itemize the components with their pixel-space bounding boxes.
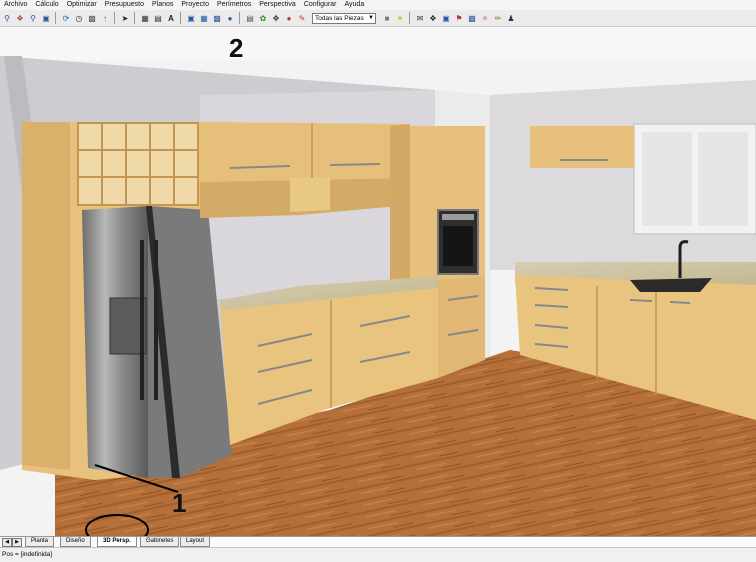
grid-icon[interactable]: ▦ <box>140 13 150 23</box>
pieces-filter-value: Todas las Piezas <box>315 14 364 22</box>
move-icon[interactable]: ✥ <box>271 13 281 23</box>
menu-archivo[interactable]: Archivo <box>0 0 31 10</box>
lightbulb-icon[interactable]: ☀ <box>395 13 405 23</box>
layers-icon[interactable]: ▦ <box>199 13 209 23</box>
toolbar-separator <box>134 12 135 24</box>
tab-diseno[interactable]: Diseño <box>60 537 91 547</box>
menu-configurar[interactable]: Configurar <box>300 0 341 10</box>
mail-icon[interactable]: ✉ <box>415 13 425 23</box>
toolbar-separator <box>409 12 410 24</box>
menu-proyecto[interactable]: Proyecto <box>177 0 213 10</box>
toolbar-separator <box>180 12 181 24</box>
menu-ayuda[interactable]: Ayuda <box>341 0 369 10</box>
tab-scroll-left-icon[interactable]: ◀ <box>2 538 12 547</box>
pencil-icon[interactable]: ✎ <box>297 13 307 23</box>
users-icon[interactable]: ♟ <box>506 13 516 23</box>
sphere-icon[interactable]: ● <box>225 13 235 23</box>
share-icon[interactable]: ▣ <box>441 13 451 23</box>
annotation-label-1: 1 <box>172 488 187 518</box>
status-bar: Pos = [indefinida] <box>0 547 756 562</box>
paint-icon[interactable]: ● <box>284 13 294 23</box>
menu-calculo[interactable]: Cálculo <box>31 0 62 10</box>
annotation-label-2: 2 <box>229 33 244 63</box>
render-icon[interactable]: ▩ <box>212 13 222 23</box>
image-icon[interactable]: ▣ <box>186 13 196 23</box>
magic-wand-icon[interactable]: ✧ <box>480 13 490 23</box>
camera-icon[interactable]: ▩ <box>87 13 97 23</box>
toolbar-separator <box>239 12 240 24</box>
wall-icon[interactable]: ▤ <box>245 13 255 23</box>
clock-icon[interactable]: ◷ <box>74 13 84 23</box>
tab-layout[interactable]: Layout <box>180 537 211 547</box>
pieces-filter-select[interactable]: Todas las Piezas ▼ <box>312 12 376 24</box>
menu-presupuesto[interactable]: Presupuesto <box>101 0 148 10</box>
zoom-extents-icon[interactable]: ❖ <box>15 13 25 23</box>
toolbar-separator <box>55 12 56 24</box>
square-icon[interactable]: ■ <box>382 13 392 23</box>
toolbar-separator <box>114 12 115 24</box>
refresh-icon[interactable]: ⟳ <box>61 13 71 23</box>
text-icon[interactable]: A <box>166 13 176 23</box>
view-tabs-bar: ◀ ▶ Planta Diseño 3D Persp. Gabinetes La… <box>0 536 756 547</box>
tab-scroll-right-icon[interactable]: ▶ <box>12 538 22 547</box>
zoom-out-icon[interactable]: ⚲ <box>28 13 38 23</box>
pencil-icon[interactable]: ✏ <box>493 13 503 23</box>
flag-icon[interactable]: ⚑ <box>454 13 464 23</box>
arrow-icon[interactable]: ↑ <box>100 13 110 23</box>
tab-3d-persp[interactable]: 3D Persp. <box>97 537 137 547</box>
menu-optimizar[interactable]: Optimizar <box>63 0 101 10</box>
main-toolbar: ⚲ ❖ ⚲ ▣ ⟳ ◷ ▩ ↑ ➤ ▦ ▤ A ▣ ▦ ▩ ● ▤ ✿ ✥ ● … <box>0 10 756 27</box>
twitter-icon[interactable]: ❖ <box>428 13 438 23</box>
select-icon[interactable]: ➤ <box>120 13 130 23</box>
tab-gabinetes[interactable]: Gabinetes <box>140 537 180 547</box>
status-position-text: Pos = [indefinida] <box>2 551 53 558</box>
kitchen-render <box>0 27 756 536</box>
render-scene-icon[interactable]: ✿ <box>258 13 268 23</box>
menu-perimetros[interactable]: Perímetros <box>213 0 255 10</box>
3d-perspective-viewport[interactable] <box>0 27 756 536</box>
tab-planta[interactable]: Planta <box>25 537 55 547</box>
palette-icon[interactable]: ▩ <box>467 13 477 23</box>
chevron-down-icon: ▼ <box>368 15 374 21</box>
document-icon[interactable]: ▤ <box>153 13 163 23</box>
zoom-window-icon[interactable]: ▣ <box>41 13 51 23</box>
zoom-in-icon[interactable]: ⚲ <box>2 13 12 23</box>
menu-planos[interactable]: Planos <box>148 0 177 10</box>
menu-perspectiva[interactable]: Perspectiva <box>255 0 300 10</box>
